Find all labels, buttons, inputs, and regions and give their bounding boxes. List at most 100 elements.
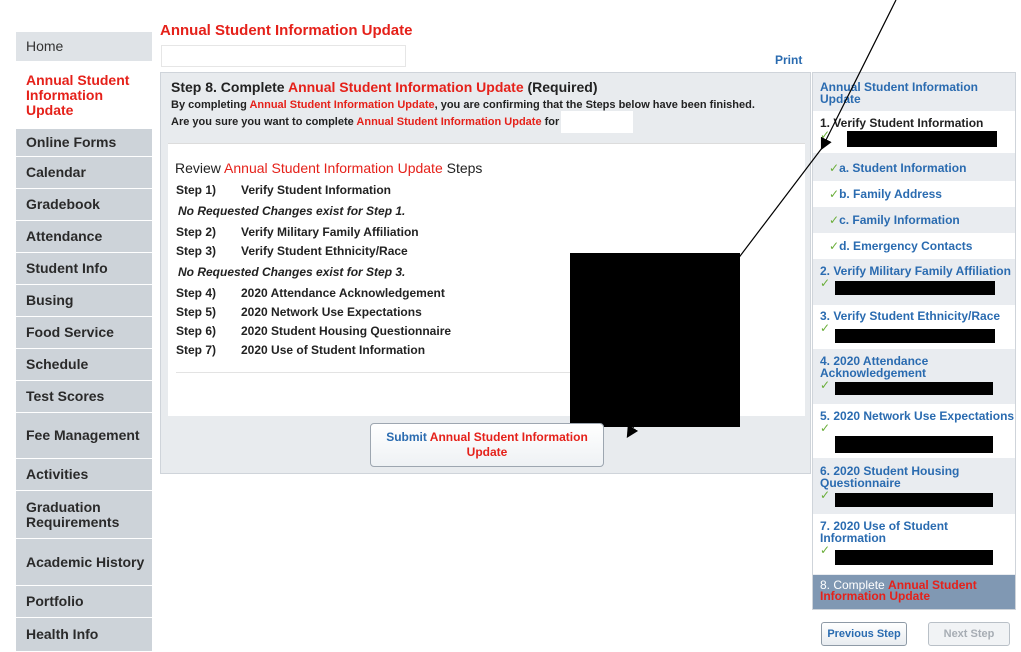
nav-academic-history[interactable]: Academic History (16, 539, 152, 586)
nav-home[interactable]: Home (16, 32, 152, 62)
nav-graduation-requirements[interactable]: Graduation Requirements (16, 491, 152, 539)
check-icon: ✓ (829, 213, 840, 227)
desc2-c: for (541, 115, 560, 128)
step-nav-1d[interactable]: ✓d. Emergency Contacts (813, 233, 1015, 259)
review-title-c: Steps (442, 160, 483, 176)
desc1-a: By completing (171, 99, 250, 111)
step-heading: Step 8. Complete Annual Student Informat… (171, 79, 598, 95)
step-label: Verify Student Information (241, 183, 392, 197)
nav-schedule[interactable]: Schedule (16, 349, 152, 381)
next-step-button[interactable]: Next Step (928, 622, 1010, 646)
desc2-b: Annual Student Information Update (356, 115, 542, 128)
nav-portfolio[interactable]: Portfolio (16, 586, 152, 618)
step-nav-8-current[interactable]: 8. Complete Annual Student Information U… (813, 575, 1015, 609)
check-icon: ✓ (820, 128, 831, 142)
review-step-row: Step 7) 2020 Use of Student Information (176, 341, 451, 360)
nav-online-forms[interactable]: Online Forms (16, 129, 152, 157)
redaction-bar (835, 329, 995, 343)
step-label: 2020 Student Housing Questionnaire (241, 324, 452, 338)
check-icon: ✓ (820, 543, 831, 557)
divider (176, 372, 616, 373)
step-number: Step 6) (176, 324, 217, 338)
step-label: 2020 Attendance Acknowledgement (241, 286, 445, 300)
step-nav-1d-label: d. Emergency Contacts (839, 239, 973, 253)
nav-activities[interactable]: Activities (16, 459, 152, 491)
step-nav-1c[interactable]: ✓c. Family Information (813, 207, 1015, 233)
submit-button[interactable]: Submit Annual Student Information Update (370, 423, 604, 467)
nav-student-info[interactable]: Student Info (16, 253, 152, 285)
step-heading-highlight: Annual Student Information Update (287, 79, 524, 95)
step-navigator: Annual Student Information Update 1. Ver… (812, 72, 1016, 610)
desc2-a: Are you sure you want to complete (171, 115, 357, 128)
step-nav-1a-label: a. Student Information (839, 161, 967, 175)
redacted-field (161, 45, 406, 67)
step-label: Verify Student Ethnicity/Race (241, 244, 408, 258)
review-steps-box: Review Annual Student Information Update… (168, 143, 805, 427)
step-description: By completing Annual Student Information… (171, 100, 781, 133)
review-title-a: Review (175, 160, 225, 176)
step-nav-2-label: 2. Verify Military Family Affiliation (820, 264, 1011, 278)
nav-calendar[interactable]: Calendar (16, 157, 152, 189)
desc1-c: , you are confirming that the Steps belo… (434, 99, 755, 111)
print-link[interactable]: Print (775, 53, 802, 67)
nav-food-service[interactable]: Food Service (16, 317, 152, 349)
redaction-bar (835, 382, 993, 395)
submit-label-a: Submit (386, 430, 430, 444)
redacted-student-name (561, 111, 634, 133)
review-step-row: Step 6) 2020 Student Housing Questionnair… (176, 322, 451, 341)
review-step-row: Step 3) Verify Student Ethnicity/Race (176, 242, 451, 261)
review-step-row: Step 4) 2020 Attendance Acknowledgement (176, 284, 451, 303)
step-number: Step 4) (176, 286, 217, 300)
review-steps-list: Step 1) Verify Student Information No Req… (176, 181, 451, 360)
redaction-bar (835, 281, 995, 295)
main-panel: Step 8. Complete Annual Student Informat… (160, 72, 811, 474)
step-nav-1a[interactable]: ✓a. Student Information (813, 155, 1015, 181)
check-icon: ✓ (820, 276, 831, 290)
review-step-row: Step 2) Verify Military Family Affiliatio… (176, 223, 451, 242)
nav-busing[interactable]: Busing (16, 285, 152, 317)
nav-health-info[interactable]: Health Info (16, 618, 152, 652)
nav-fee-management[interactable]: Fee Management (16, 413, 152, 459)
review-title-b: Annual Student Information Update (224, 160, 443, 176)
check-icon: ✓ (829, 239, 840, 253)
nav-attendance[interactable]: Attendance (16, 221, 152, 253)
check-icon: ✓ (820, 321, 831, 335)
step-nav-7-label: 7. 2020 Use of Student Information (820, 519, 949, 545)
nav-annual-update[interactable]: Annual Student Information Update (16, 62, 152, 129)
redaction-box (570, 253, 740, 427)
step-heading-suffix: (Required) (523, 79, 598, 95)
step-label: Verify Military Family Affiliation (241, 225, 419, 239)
redaction-bar (835, 493, 993, 507)
step-nav-5-label: 5. 2020 Network Use Expectations (820, 409, 1015, 423)
review-step-row: Step 1) Verify Student Information (176, 181, 451, 200)
step-label: 2020 Use of Student Information (241, 343, 426, 357)
step-number: Step 3) (176, 244, 217, 258)
check-icon: ✓ (829, 187, 840, 201)
top-band (0, 0, 1021, 11)
step-nav-heading: Annual Student Information Update (820, 80, 978, 106)
check-icon: ✓ (820, 378, 831, 392)
nav-test-scores[interactable]: Test Scores (16, 381, 152, 413)
step-nav-1b-label: b. Family Address (839, 187, 942, 201)
review-step-note: No Requested Changes exist for Step 3. (178, 265, 406, 279)
review-step-note: No Requested Changes exist for Step 1. (178, 204, 406, 218)
step-number: Step 7) (176, 343, 217, 357)
nav-gradebook[interactable]: Gradebook (16, 189, 152, 221)
step-nav-6-label: 6. 2020 Student Housing Questionnaire (820, 464, 960, 490)
page-title: Annual Student Information Update (160, 22, 413, 39)
previous-step-button[interactable]: Previous Step (821, 622, 907, 646)
step-label: 2020 Network Use Expectations (241, 305, 422, 319)
submit-label-b: Annual Student Information Update (429, 430, 588, 459)
step-nav-4-label: 4. 2020 Attendance Acknowledgement (820, 354, 929, 380)
check-icon: ✓ (820, 488, 831, 502)
step-nav-1-label: 1. Verify Student Information (820, 116, 984, 130)
step-nav-7[interactable]: 7. 2020 Use of Student Information ✓ (813, 514, 1015, 574)
step-number: Step 1) (176, 183, 217, 197)
review-step-row: Step 5) 2020 Network Use Expectations (176, 303, 451, 322)
step-nav-1c-label: c. Family Information (839, 213, 960, 227)
step-heading-prefix: Step 8. Complete (171, 79, 288, 95)
check-icon: ✓ (820, 421, 831, 435)
review-title: Review Annual Student Information Update… (175, 160, 482, 176)
step-nav-1b[interactable]: ✓b. Family Address (813, 181, 1015, 207)
check-icon: ✓ (829, 161, 840, 175)
